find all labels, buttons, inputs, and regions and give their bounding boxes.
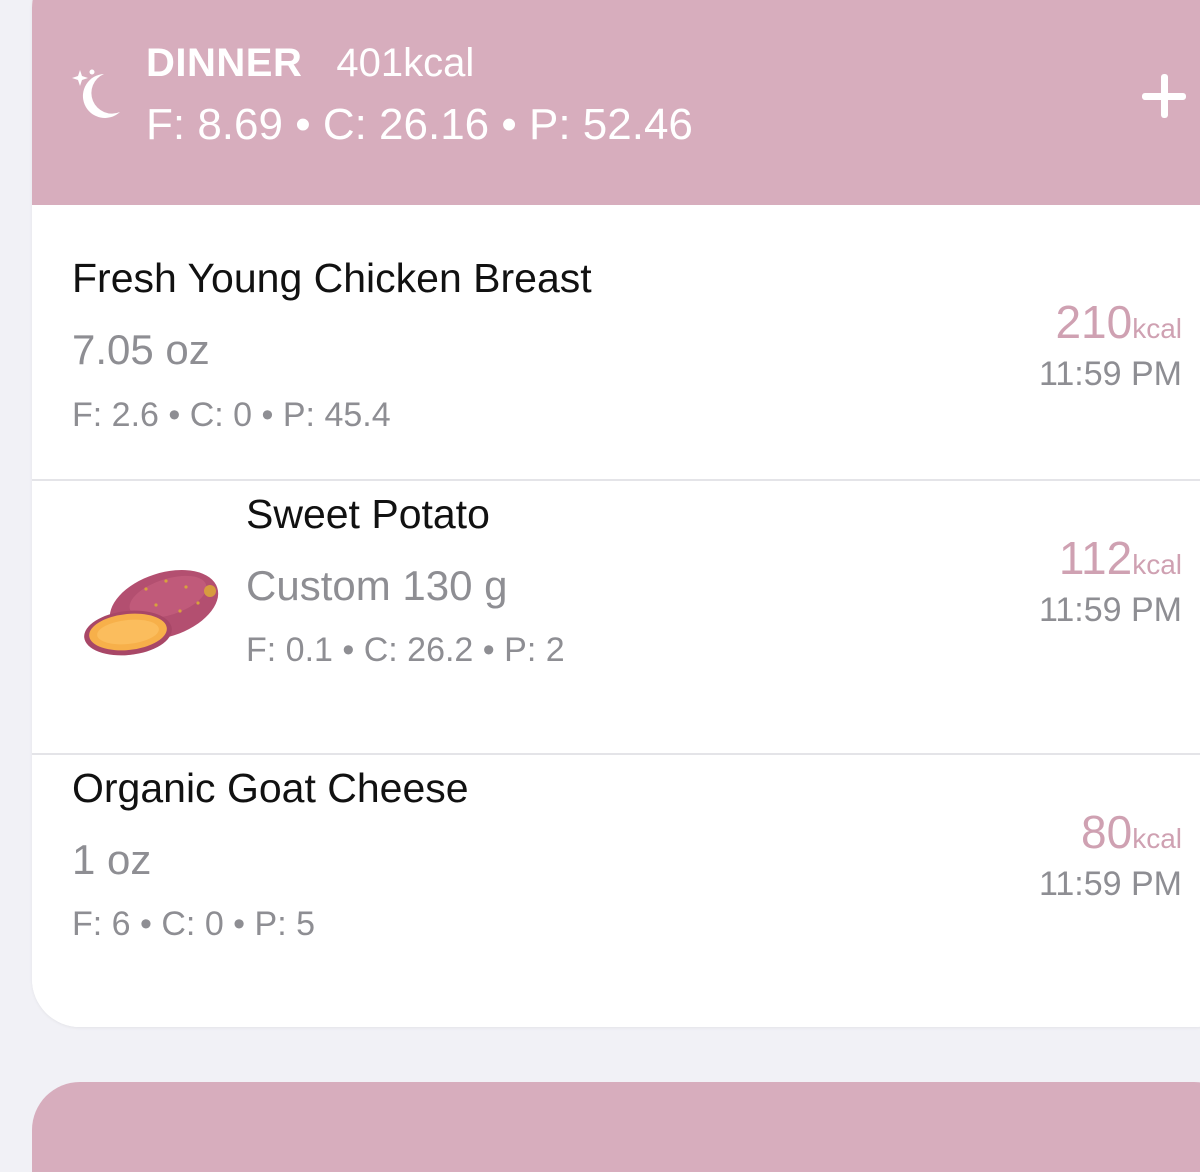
food-kcal-value: 112 (1058, 532, 1133, 584)
food-name: Organic Goat Cheese (72, 765, 469, 811)
food-item-sweet-potato[interactable]: Sweet Potato Custom 130 g F: 0.1 • C: 26… (32, 481, 1200, 755)
food-macros: F: 2.6 • C: 0 • P: 45.4 (72, 396, 391, 434)
meal-macros: F: 8.69 • C: 26.16 • P: 52.46 (146, 100, 693, 149)
food-macros: F: 6 • C: 0 • P: 5 (72, 905, 315, 943)
food-kcal: 112kcal (1039, 531, 1182, 585)
food-kcal-unit: kcal (1132, 823, 1182, 854)
food-item-goat-cheese[interactable]: Organic Goat Cheese 1 oz F: 6 • C: 0 • P… (32, 755, 1200, 1027)
meal-header[interactable]: DINNER 401kcal F: 8.69 • C: 26.16 • P: 5… (32, 0, 1200, 205)
food-serving: 7.05 oz (72, 326, 210, 373)
food-name: Sweet Potato (246, 491, 490, 537)
sweet-potato-image (84, 569, 219, 656)
next-meal-card-header[interactable] (32, 1082, 1200, 1172)
food-name: Fresh Young Chicken Breast (72, 255, 592, 301)
meal-card-dinner: DINNER 401kcal F: 8.69 • C: 26.16 • P: 5… (32, 0, 1200, 1027)
food-calories-time: 210kcal 11:59 PM (1039, 295, 1182, 394)
food-kcal-value: 80 (1081, 806, 1133, 858)
meal-title-row: DINNER 401kcal (146, 38, 474, 88)
food-kcal-value: 210 (1055, 296, 1133, 348)
food-item-chicken-breast[interactable]: Fresh Young Chicken Breast 7.05 oz F: 2.… (32, 205, 1200, 479)
food-time: 11:59 PM (1038, 865, 1182, 903)
food-time: 11:59 PM (1038, 355, 1182, 393)
food-calories-time: 112kcal 11:59 PM (1039, 531, 1182, 630)
food-time: 11:59 PM (1038, 591, 1182, 629)
food-kcal-unit: kcal (1132, 549, 1182, 580)
food-serving: Custom 130 g (246, 562, 508, 609)
food-serving: 1 oz (72, 836, 152, 883)
add-food-button[interactable] (1138, 70, 1190, 122)
food-kcal: 210kcal (1039, 295, 1182, 349)
meal-total-kcal: 401kcal (336, 40, 475, 85)
food-calories-time: 80kcal 11:59 PM (1039, 805, 1182, 904)
food-macros: F: 0.1 • C: 26.2 • P: 2 (246, 631, 565, 669)
food-kcal: 80kcal (1039, 805, 1182, 859)
moon-stars-icon (72, 69, 120, 118)
meal-name: DINNER (146, 40, 303, 85)
food-kcal-unit: kcal (1132, 313, 1182, 344)
